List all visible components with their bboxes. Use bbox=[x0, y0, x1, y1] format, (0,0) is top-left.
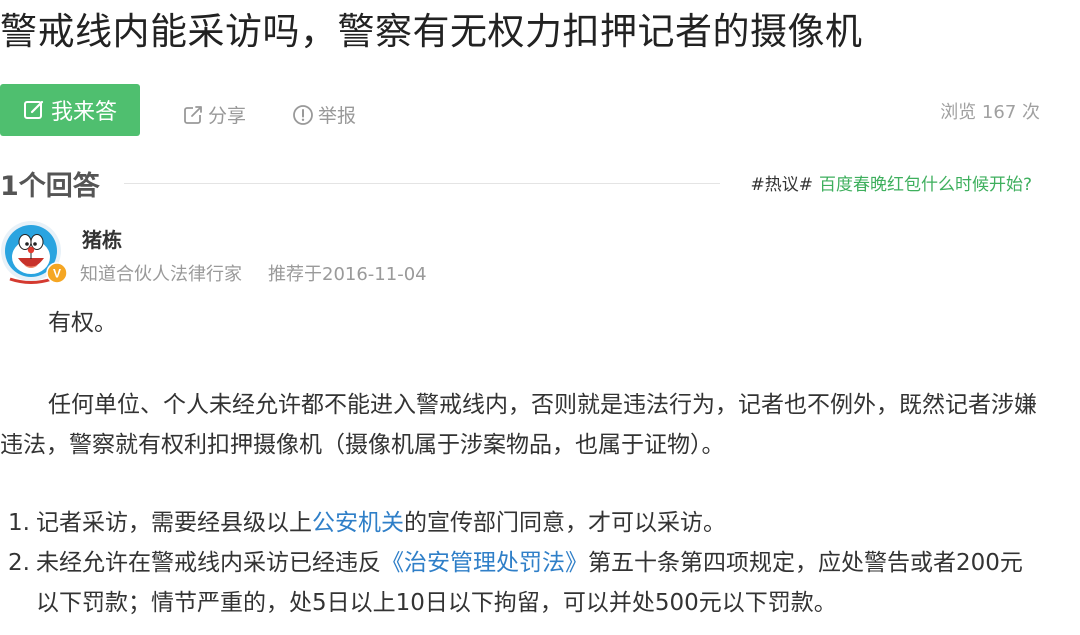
answer-count: 1个回答 bbox=[0, 171, 100, 202]
law-link[interactable]: 《治安管理处罚法》 bbox=[381, 550, 588, 576]
author-title: 知道合伙人法律行家 bbox=[80, 264, 242, 285]
hot-topic: #热议# 百度春晚红包什么时候开始? bbox=[750, 170, 1032, 195]
report-label: 举报 bbox=[318, 105, 357, 127]
list-item: 1. 记者采访，需要经县级以上公安机关的宣传部门同意，才可以采访。 bbox=[0, 503, 1045, 543]
answer-list: 1. 记者采访，需要经县级以上公安机关的宣传部门同意，才可以采访。 2. 未经允… bbox=[0, 503, 1045, 623]
answer-paragraph: 任何单位、个人未经允许都不能进入警戒线内，否则就是违法行为，记者也不例外，既然记… bbox=[0, 392, 1037, 458]
verified-badge-text: V bbox=[53, 267, 61, 281]
view-count: 浏览 167 次 bbox=[940, 102, 1040, 123]
author-meta: 知道合伙人法律行家 推荐于2016-11-04 bbox=[80, 260, 453, 286]
police-authority-link[interactable]: 公安机关 bbox=[312, 510, 404, 536]
list-item: 2. 未经允许在警戒线内采访已经违反《治安管理处罚法》第五十条第四项规定，应处警… bbox=[0, 543, 1045, 623]
list-item-number: 2. bbox=[8, 550, 30, 576]
author-name[interactable]: 猪栋 bbox=[82, 224, 122, 253]
answer-button-label: 我来答 bbox=[50, 100, 117, 125]
answer-button[interactable]: 我来答 bbox=[0, 84, 140, 136]
share-link[interactable]: 分享 bbox=[182, 101, 246, 128]
answers-header: 1个回答 #热议# 百度春晚红包什么时候开始? bbox=[0, 160, 1040, 206]
report-link[interactable]: 举报 bbox=[292, 101, 356, 128]
avatar[interactable]: V bbox=[0, 218, 68, 284]
alert-circle-icon bbox=[292, 104, 314, 126]
section-divider bbox=[124, 183, 720, 184]
share-icon bbox=[182, 104, 204, 126]
answer-paragraph: 有权。 bbox=[48, 310, 117, 336]
hot-topic-link[interactable]: 百度春晚红包什么时候开始? bbox=[819, 175, 1032, 195]
edit-icon bbox=[23, 99, 45, 121]
list-item-number: 1. bbox=[8, 510, 30, 536]
list-item-text: 未经允许在警戒线内采访已经违反 bbox=[36, 550, 381, 576]
list-item-text: 的宣传部门同意，才可以采访。 bbox=[404, 510, 726, 536]
list-item-text: 记者采访，需要经县级以上 bbox=[36, 510, 312, 536]
share-label: 分享 bbox=[208, 105, 247, 127]
question-toolbar: 我来答 分享 举报 浏览 167 次 bbox=[0, 84, 1060, 136]
hot-topic-tag: #热议# bbox=[750, 175, 813, 195]
question-title: 警戒线内能采访吗，警察有无权力扣押记者的摄像机 bbox=[0, 10, 863, 53]
recommend-date: 推荐于2016-11-04 bbox=[268, 264, 427, 285]
verified-badge-icon: V bbox=[46, 262, 68, 284]
